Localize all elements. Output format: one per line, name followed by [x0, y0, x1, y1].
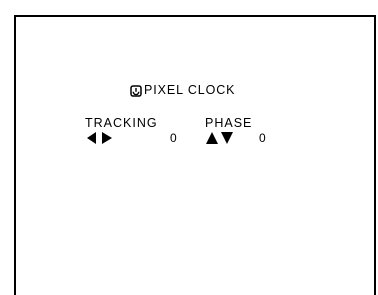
phase-label: PHASE: [205, 116, 253, 130]
osd-title-row: PIXEL CLOCK: [130, 83, 235, 97]
clock-icon: [130, 84, 142, 97]
phase-value: 0: [259, 131, 266, 145]
left-right-arrows-icon[interactable]: [87, 131, 112, 144]
up-down-arrows-icon[interactable]: [206, 131, 234, 144]
tracking-value: 0: [170, 131, 177, 145]
osd-title: PIXEL CLOCK: [144, 83, 236, 97]
osd-frame: [14, 15, 376, 295]
tracking-label: TRACKING: [85, 116, 158, 130]
